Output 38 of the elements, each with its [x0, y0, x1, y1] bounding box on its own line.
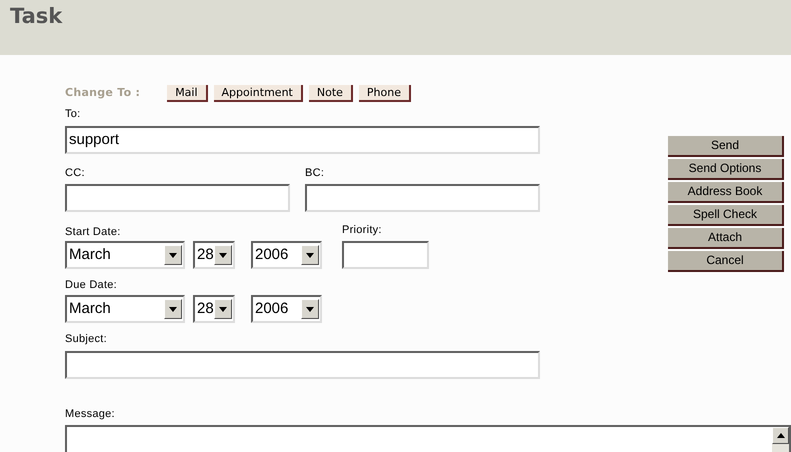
- dropdown-value: March: [68, 244, 111, 265]
- text-field[interactable]: [65, 351, 540, 379]
- type-button[interactable]: Mail: [167, 84, 208, 102]
- scroll-up-icon[interactable]: [772, 427, 789, 444]
- field-label: To:: [65, 107, 82, 120]
- field-label: Priority:: [342, 223, 383, 236]
- action-button[interactable]: Address Book: [668, 182, 784, 203]
- field-label: Subject:: [65, 332, 108, 345]
- change-to-label: Change To :: [65, 84, 140, 101]
- action-button[interactable]: Spell Check: [668, 205, 784, 226]
- type-button[interactable]: Appointment: [214, 84, 303, 102]
- dropdown-value: 2006: [254, 298, 288, 319]
- field-label: Due Date:: [65, 278, 118, 291]
- type-button[interactable]: Note: [308, 84, 353, 102]
- text-field[interactable]: [342, 241, 429, 269]
- text-field[interactable]: support: [65, 126, 540, 154]
- action-button[interactable]: Send Options: [668, 159, 784, 180]
- dropdown-value: 28: [196, 244, 214, 265]
- dropdown[interactable]: March: [65, 295, 185, 323]
- dropdown-value: March: [68, 298, 111, 319]
- text-field[interactable]: [65, 184, 290, 212]
- field-label: BC:: [305, 166, 326, 179]
- action-button[interactable]: Cancel: [668, 251, 784, 272]
- type-button[interactable]: Phone: [358, 84, 411, 102]
- field-label: Message:: [65, 407, 116, 420]
- action-button[interactable]: Attach: [668, 228, 784, 249]
- dropdown[interactable]: 2006: [251, 241, 322, 269]
- dropdown[interactable]: 28: [193, 295, 235, 323]
- field-label: Start Date:: [65, 225, 122, 238]
- page-title: Task: [10, 3, 62, 30]
- action-button[interactable]: Send: [668, 136, 784, 157]
- dropdown[interactable]: March: [65, 241, 185, 269]
- dropdown-value: 28: [196, 298, 214, 319]
- dropdown-value: 2006: [254, 244, 288, 265]
- text-field[interactable]: [305, 184, 540, 212]
- dropdown[interactable]: 2006: [251, 295, 322, 323]
- field-label: CC:: [65, 166, 86, 179]
- dropdown[interactable]: 28: [193, 241, 235, 269]
